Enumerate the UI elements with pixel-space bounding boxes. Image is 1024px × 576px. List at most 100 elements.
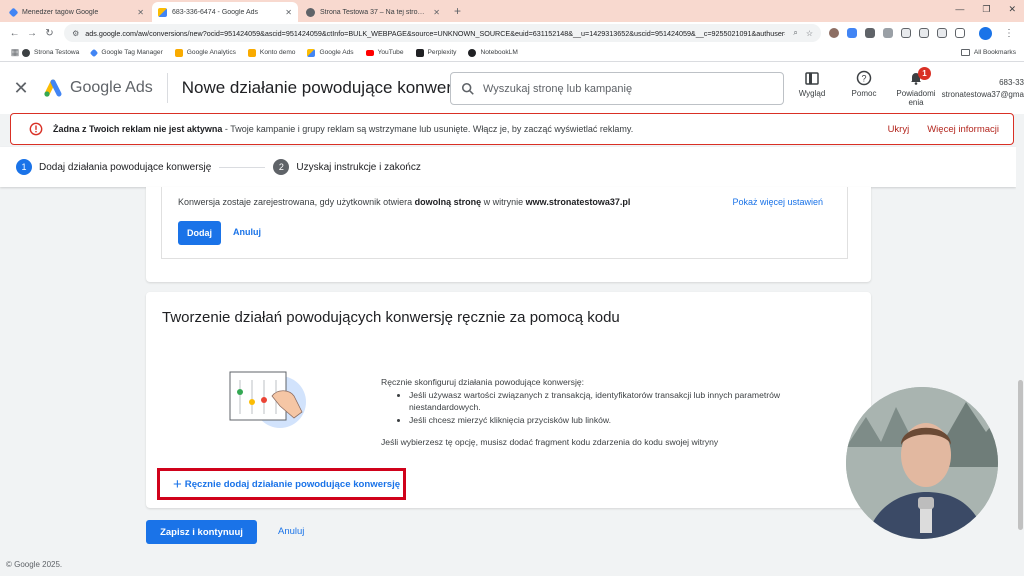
step-1[interactable]: 1 Dodaj działania powodujące konwersję — [16, 159, 211, 175]
bookmark-label: Google Ads — [319, 49, 354, 56]
google-ads-logo[interactable]: Google Ads — [42, 78, 153, 98]
extension-icon[interactable] — [882, 28, 893, 38]
inactive-ads-alert: Żadna z Twoich reklam nie jest aktywna -… — [10, 113, 1014, 145]
search-input[interactable]: Wyszukaj stronę lub kampanię — [450, 72, 784, 105]
extension-icon[interactable] — [900, 28, 911, 38]
appearance-label: Wygląd — [798, 89, 826, 98]
extension-icon[interactable] — [918, 28, 929, 38]
scrollbar-thumb[interactable] — [1018, 380, 1023, 530]
help-button[interactable]: ? Pomoc — [838, 70, 890, 107]
browser-tab-bar: Menedżer tagów Google ✕ 683-336-6474 - G… — [0, 0, 1024, 22]
step-connector — [219, 166, 266, 168]
url-text: ads.google.com/aw/conversions/new?ocid=9… — [85, 28, 786, 38]
step-label: Uzyskaj instrukcje i zakończ — [296, 161, 421, 173]
step-number: 2 — [273, 159, 290, 175]
bookmark-item[interactable]: Strona Testowa — [22, 48, 79, 57]
minimize-icon[interactable]: — — [955, 4, 964, 15]
globe-icon — [22, 48, 30, 57]
tab-strona-testowa[interactable]: Strona Testowa 37 – Na tej stro… ✕ — [300, 2, 446, 22]
bookmark-item[interactable]: YouTube — [365, 49, 404, 56]
desc-bullets: Jeśli używasz wartości związanych z tran… — [381, 389, 841, 427]
url-conversion-card: Konwersja zostaje zarejestrowana, gdy uż… — [146, 187, 871, 282]
close-tab-icon[interactable]: ✕ — [285, 8, 292, 17]
apps-icon[interactable]: ▦ — [8, 47, 22, 58]
desc-intro: Ręcznie skonfiguruj działania powodujące… — [381, 377, 585, 387]
desc-text: Konwersja zostaje zarejestrowana, gdy uż… — [178, 197, 415, 207]
show-more-settings-link[interactable]: Pokaż więcej ustawień — [732, 197, 823, 207]
help-label: Pomoc — [851, 89, 877, 98]
error-icon — [29, 122, 43, 136]
cancel-button[interactable]: Anuluj — [233, 227, 261, 237]
reload-icon[interactable]: ↻ — [41, 28, 58, 39]
cancel-button[interactable]: Anuluj — [278, 526, 304, 537]
ads-header: ✕ Google Ads Nowe działanie powodujące k… — [0, 62, 1024, 114]
close-window-icon[interactable]: ✕ — [1008, 4, 1016, 15]
bookmark-item[interactable]: NotebookLM — [468, 48, 518, 57]
browser-toolbar: ← → ↻ ⚙ ads.google.com/aw/conversions/ne… — [0, 22, 1024, 44]
perplexity-icon — [415, 48, 424, 57]
bookmark-item[interactable]: Google Analytics — [174, 48, 236, 57]
search-icon — [461, 82, 474, 95]
manual-add-conversion-button[interactable]: + Ręcznie dodaj działanie powodujące kon… — [157, 468, 406, 500]
step-2[interactable]: 2 Uzyskaj instrukcje i zakończ — [273, 159, 421, 175]
side-panel-icon[interactable] — [954, 28, 965, 38]
desc-text: w witrynie — [481, 197, 526, 207]
maximize-icon[interactable]: ❐ — [982, 4, 990, 15]
new-tab-icon[interactable]: + — [448, 4, 467, 22]
extension-icon[interactable] — [846, 28, 857, 38]
more-info-link[interactable]: Więcej informacji — [927, 124, 999, 135]
desc-bold-page: dowolną stronę — [414, 197, 482, 207]
webcam-overlay — [846, 387, 998, 539]
tab-google-ads[interactable]: 683-336-6474 - Google Ads ✕ — [152, 2, 298, 22]
close-tab-icon[interactable]: ✕ — [433, 8, 440, 17]
hide-alert-link[interactable]: Ukryj — [888, 124, 910, 135]
add-button[interactable]: Dodaj — [178, 221, 221, 245]
close-tab-icon[interactable]: ✕ — [137, 8, 144, 17]
zoom-icon[interactable]: ⌕ — [793, 28, 797, 38]
bookmark-item[interactable]: Google Ads — [307, 48, 354, 57]
manual-code-conversion-card: Tworzenie działań powodujących konwersję… — [146, 292, 871, 508]
extension-icon[interactable] — [864, 28, 875, 38]
conversion-settings-panel: Konwersja zostaje zarejestrowana, gdy uż… — [161, 187, 848, 259]
youtube-icon — [365, 49, 374, 56]
address-bar[interactable]: ⚙ ads.google.com/aw/conversions/new?ocid… — [64, 24, 821, 42]
forward-icon[interactable]: → — [23, 28, 40, 39]
folder-icon — [960, 49, 970, 56]
tab-tag-manager[interactable]: Menedżer tagów Google ✕ — [4, 2, 150, 22]
page-title: Nowe działanie powodujące konwersję — [181, 78, 474, 97]
more-menu-icon[interactable]: ⋮ — [1000, 28, 1018, 39]
account-id: 683-33 — [999, 78, 1024, 87]
card-title: Tworzenie działań powodujących konwersję… — [162, 309, 620, 326]
manual-add-label: Ręcznie dodaj działanie powodujące konwe… — [184, 478, 401, 490]
bookmark-label: Perplexity — [427, 49, 457, 56]
desc-bold-domain: www.stronatestowa37.pl — [525, 197, 631, 207]
bookmark-label: Google Analytics — [186, 49, 236, 56]
step-number: 1 — [16, 159, 32, 175]
manual-setup-illustration — [229, 371, 306, 428]
alert-text: - Twoje kampanie i grupy reklam są wstrz… — [222, 124, 634, 134]
profile-avatar[interactable] — [978, 26, 992, 40]
save-continue-button[interactable]: Zapisz i kontynuuj — [146, 520, 257, 544]
analytics-icon — [174, 48, 183, 57]
card-description: Ręcznie skonfiguruj działania powodujące… — [381, 376, 841, 449]
back-icon[interactable]: ← — [6, 28, 23, 39]
notebooklm-icon — [468, 48, 477, 57]
all-bookmarks-label: All Bookmarks — [973, 49, 1016, 56]
progress-stepper: 1 Dodaj działania powodujące konwersję 2… — [0, 147, 1016, 187]
search-placeholder: Wyszukaj stronę lub kampanię — [483, 82, 633, 95]
appearance-button[interactable]: Wygląd — [786, 70, 838, 107]
bookmark-star-icon[interactable]: ☆ — [806, 29, 813, 38]
bookmark-item[interactable]: Konto demo — [247, 48, 295, 57]
step-label: Dodaj działania powodujące konwersję — [39, 161, 212, 173]
account-info[interactable]: 683-33 stronatestowa37@gma — [930, 78, 1024, 99]
bookmark-label: Google Tag Manager — [101, 49, 163, 56]
all-bookmarks[interactable]: All Bookmarks — [960, 49, 1016, 56]
bookmark-item[interactable]: Google Tag Manager — [90, 48, 163, 57]
site-info-icon[interactable]: ⚙ — [72, 29, 79, 38]
extension-icon[interactable] — [828, 28, 839, 38]
extensions-puzzle-icon[interactable] — [936, 28, 947, 38]
conversion-description: Konwersja zostaje zarejestrowana, gdy uż… — [178, 197, 630, 207]
site-icon — [306, 7, 315, 17]
bookmark-item[interactable]: Perplexity — [415, 48, 457, 57]
close-icon[interactable]: ✕ — [0, 78, 42, 99]
